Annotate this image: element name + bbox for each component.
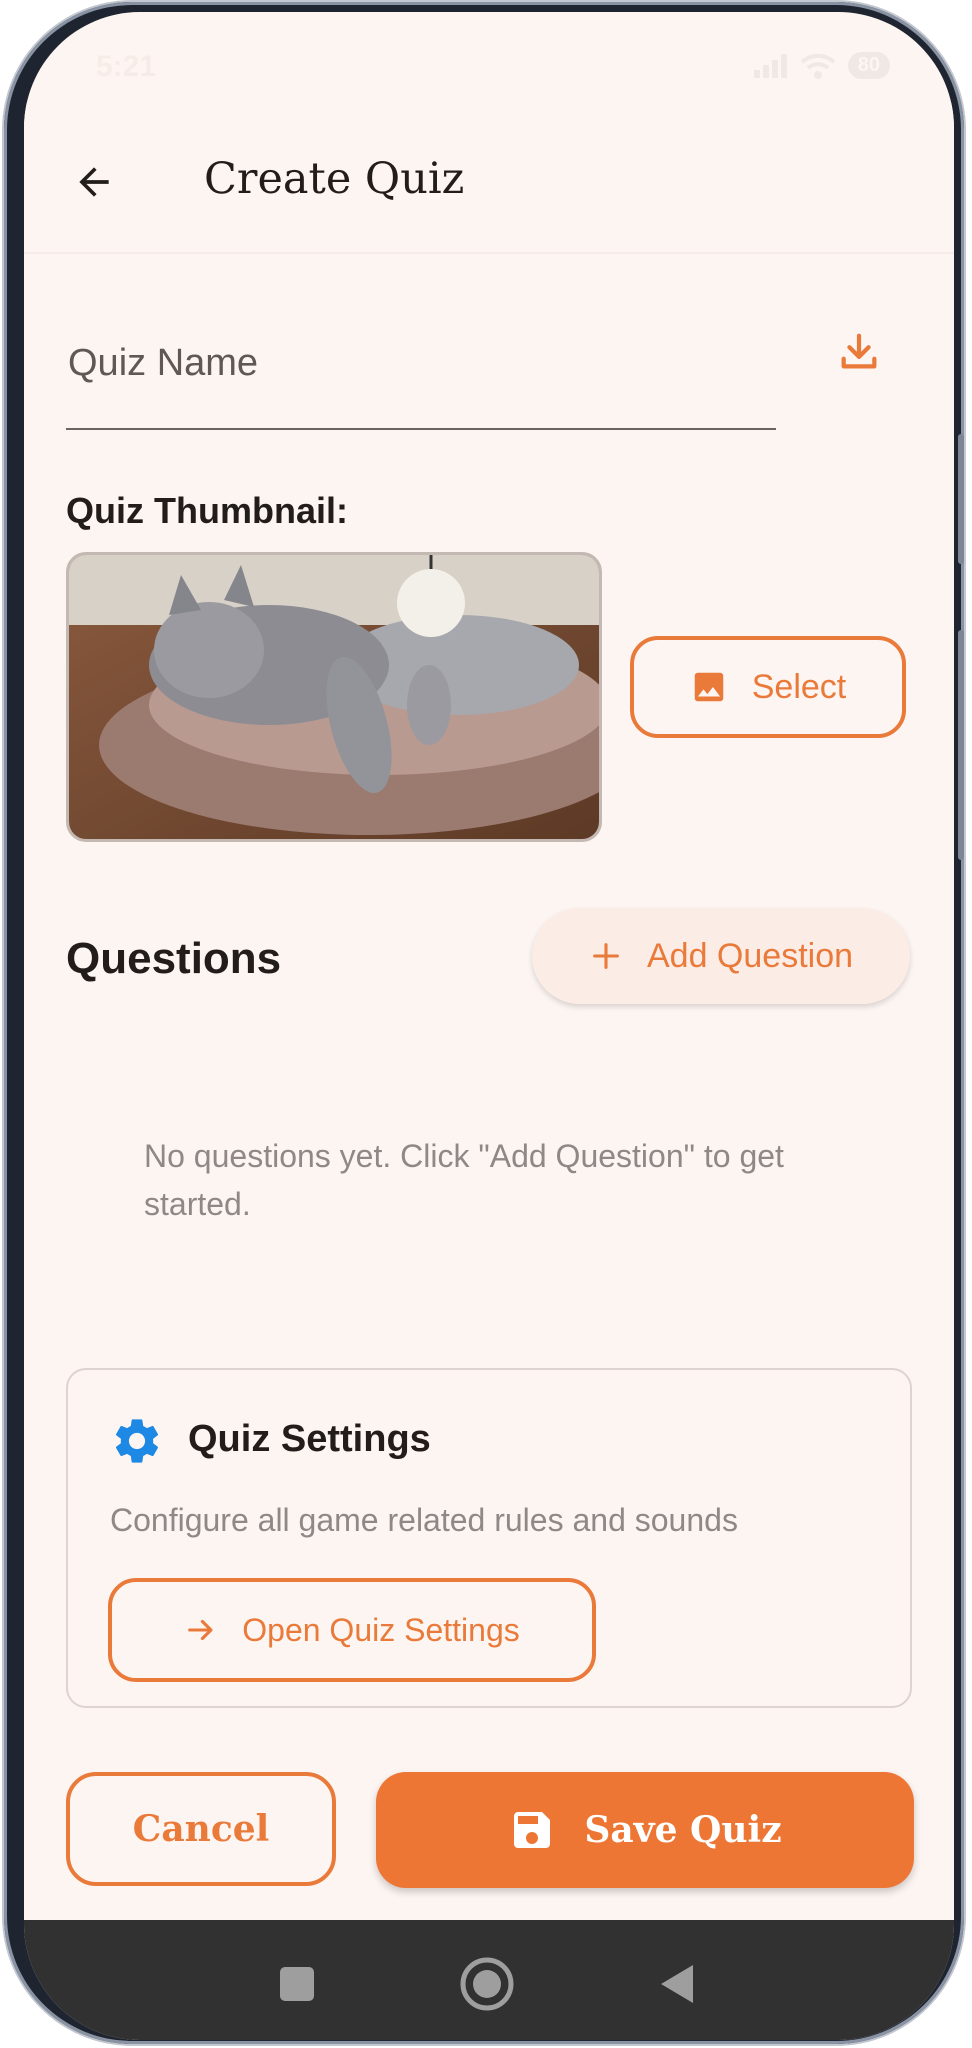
- gear-icon: [115, 1419, 159, 1463]
- image-icon: [694, 672, 723, 702]
- add-question-button[interactable]: Add Question: [532, 908, 910, 1004]
- recents-button[interactable]: [265, 1952, 329, 2016]
- battery-level: 80: [847, 52, 890, 79]
- quiz-name-field[interactable]: [66, 312, 776, 430]
- status-icons: 80: [753, 52, 890, 79]
- thumbnail-label: Quiz Thumbnail:: [66, 490, 348, 531]
- open-settings-label: Open Quiz Settings: [242, 1611, 520, 1648]
- save-quiz-button[interactable]: Save Quiz: [376, 1772, 914, 1888]
- cancel-button[interactable]: Cancel: [66, 1772, 336, 1886]
- app-bar: Create Quiz: [24, 102, 954, 254]
- open-quiz-settings-button[interactable]: Open Quiz Settings: [108, 1578, 596, 1682]
- empty-questions-message: No questions yet. Click "Add Question" t…: [144, 1138, 784, 1222]
- square-icon: [280, 1967, 314, 2001]
- screen: 5:21 80 Create Quiz Quiz Name Quiz Thumb…: [24, 12, 954, 2040]
- thumbnail-illustration: [69, 555, 599, 839]
- page-title: Create Quiz: [204, 154, 465, 204]
- phone-frame: 5:21 80 Create Quiz Quiz Name Quiz Thumb…: [4, 2, 964, 2044]
- power-button: [958, 630, 964, 860]
- save-icon: [514, 1812, 551, 1848]
- volume-button: [958, 434, 964, 564]
- system-nav-bar: [24, 1920, 954, 2040]
- quiz-name-input[interactable]: [66, 332, 770, 394]
- settings-description: Configure all game related rules and sou…: [110, 1502, 738, 1538]
- arrow-forward-icon: [188, 1619, 213, 1641]
- settings-title: Quiz Settings: [188, 1418, 431, 1460]
- triangle-back-icon: [661, 1965, 693, 2003]
- arrow-back-icon: [79, 167, 109, 197]
- quiz-settings-card: Quiz Settings Configure all game related…: [66, 1368, 912, 1708]
- signal-icon: [753, 53, 787, 78]
- select-label: Select: [751, 667, 847, 706]
- status-bar: 5:21 80: [24, 12, 954, 102]
- bottom-action-bar: Cancel Save Quiz: [24, 1722, 954, 1922]
- wifi-icon: [800, 53, 836, 79]
- home-circle-icon: [460, 1957, 514, 2011]
- status-time: 5:21: [96, 50, 157, 83]
- save-quiz-label: Save Quiz: [584, 1809, 782, 1851]
- back-nav-button[interactable]: [645, 1952, 709, 2016]
- questions-heading: Questions: [66, 934, 282, 983]
- plus-icon: [593, 943, 619, 969]
- select-thumbnail-button[interactable]: Select: [630, 636, 906, 738]
- home-button[interactable]: [455, 1952, 519, 2016]
- download-icon: [841, 333, 877, 369]
- back-button[interactable]: [64, 152, 124, 212]
- download-button[interactable]: [824, 318, 894, 388]
- add-question-label: Add Question: [646, 936, 854, 975]
- quiz-thumbnail-image: [66, 552, 602, 842]
